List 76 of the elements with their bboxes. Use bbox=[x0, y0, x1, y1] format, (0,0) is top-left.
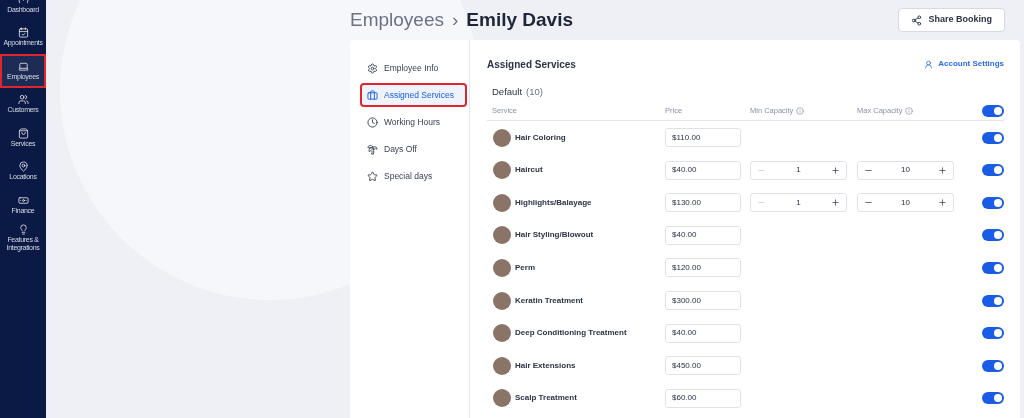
bag-icon bbox=[17, 127, 29, 139]
share-icon bbox=[911, 14, 923, 26]
stepper-value: 10 bbox=[901, 164, 910, 177]
photo-placeholder bbox=[493, 161, 511, 180]
price-field[interactable]: $40.00 bbox=[665, 160, 741, 180]
toggle-switch[interactable] bbox=[982, 131, 1004, 144]
photo-placeholder bbox=[493, 258, 511, 277]
price-field[interactable]: $40.00 bbox=[665, 225, 741, 245]
tab[interactable]: Days Off bbox=[362, 139, 465, 159]
photo-placeholder bbox=[493, 226, 511, 245]
share-booking-button[interactable]: Share Booking bbox=[898, 8, 1005, 32]
price-field[interactable]: $110.00 bbox=[665, 128, 741, 148]
service-name: Hair Coloring bbox=[515, 131, 566, 144]
laptop-icon bbox=[17, 60, 29, 72]
clock-icon bbox=[367, 116, 378, 128]
photo-placeholder bbox=[493, 389, 511, 408]
number-stepper[interactable]: 1 bbox=[750, 160, 847, 180]
page-title: Emily Davis bbox=[466, 7, 573, 32]
service-name: Haircut bbox=[515, 164, 543, 177]
photo-placeholder bbox=[493, 193, 511, 212]
toggle-switch[interactable] bbox=[982, 392, 1004, 405]
calendar-icon bbox=[17, 27, 29, 39]
toggle-switch[interactable] bbox=[982, 196, 1004, 209]
users-icon bbox=[17, 94, 29, 106]
user-icon bbox=[924, 59, 934, 69]
section-title: Assigned Services bbox=[487, 57, 576, 72]
tab[interactable]: Employee Info bbox=[362, 58, 465, 78]
tab[interactable]: Working Hours bbox=[362, 112, 465, 132]
star-icon bbox=[367, 170, 378, 182]
price-field[interactable]: $40.00 bbox=[665, 323, 741, 343]
plus-icon[interactable] bbox=[831, 165, 840, 175]
location-pin-icon bbox=[17, 161, 29, 173]
stepper-value: 10 bbox=[901, 196, 910, 209]
toggle-switch[interactable] bbox=[982, 229, 1004, 242]
briefcase-icon bbox=[367, 89, 378, 101]
photo-placeholder bbox=[493, 128, 511, 147]
toggle-switch[interactable] bbox=[982, 359, 1004, 372]
photo-placeholder bbox=[493, 356, 511, 375]
price-field[interactable]: $60.00 bbox=[665, 388, 741, 408]
service-name: Scalp Treatment bbox=[515, 392, 577, 405]
banknote-icon bbox=[17, 194, 29, 206]
service-name: Hair Extensions bbox=[515, 359, 576, 372]
stepper-value: 1 bbox=[796, 164, 801, 177]
service-name: Hair Styling/Blowout bbox=[515, 229, 594, 242]
gear-icon bbox=[367, 62, 378, 74]
toggle-switch[interactable] bbox=[982, 164, 1004, 177]
breadcrumb-separator: › bbox=[452, 7, 459, 32]
breadcrumb-link[interactable]: Employees bbox=[350, 5, 444, 35]
number-stepper[interactable]: 1 bbox=[750, 193, 847, 213]
toggle-switch[interactable] bbox=[982, 104, 1004, 117]
service-name: Highlights/Balayage bbox=[515, 196, 592, 209]
stepper-value: 1 bbox=[796, 196, 801, 209]
price-field[interactable]: $130.00 bbox=[665, 193, 741, 213]
group-count: (10) bbox=[526, 85, 543, 99]
group-name: Default bbox=[492, 85, 523, 99]
price-field[interactable]: $300.00 bbox=[665, 291, 741, 310]
number-stepper[interactable]: 10 bbox=[857, 160, 954, 180]
tab[interactable]: Special days bbox=[362, 166, 465, 186]
palm-tree-icon bbox=[367, 143, 378, 155]
price-field[interactable]: $120.00 bbox=[665, 258, 741, 278]
account-settings-link[interactable]: Account Settings bbox=[924, 58, 1004, 70]
number-stepper[interactable]: 10 bbox=[857, 193, 954, 213]
toggle-switch[interactable] bbox=[982, 261, 1004, 274]
lightbulb-icon bbox=[17, 224, 29, 236]
photo-placeholder bbox=[493, 324, 511, 343]
tab[interactable]: Assigned Services bbox=[362, 85, 465, 105]
service-name: Keratin Treatment bbox=[515, 294, 584, 307]
service-name: Deep Conditioning Treatment bbox=[515, 327, 627, 340]
toggle-switch[interactable] bbox=[982, 327, 1004, 340]
plus-icon[interactable] bbox=[831, 198, 840, 208]
service-name: Perm bbox=[515, 261, 535, 274]
photo-placeholder bbox=[493, 291, 511, 310]
toggle-switch[interactable] bbox=[982, 294, 1004, 307]
plus-icon[interactable] bbox=[938, 165, 947, 175]
plus-icon[interactable] bbox=[938, 198, 947, 208]
price-field[interactable]: $450.00 bbox=[665, 356, 741, 376]
